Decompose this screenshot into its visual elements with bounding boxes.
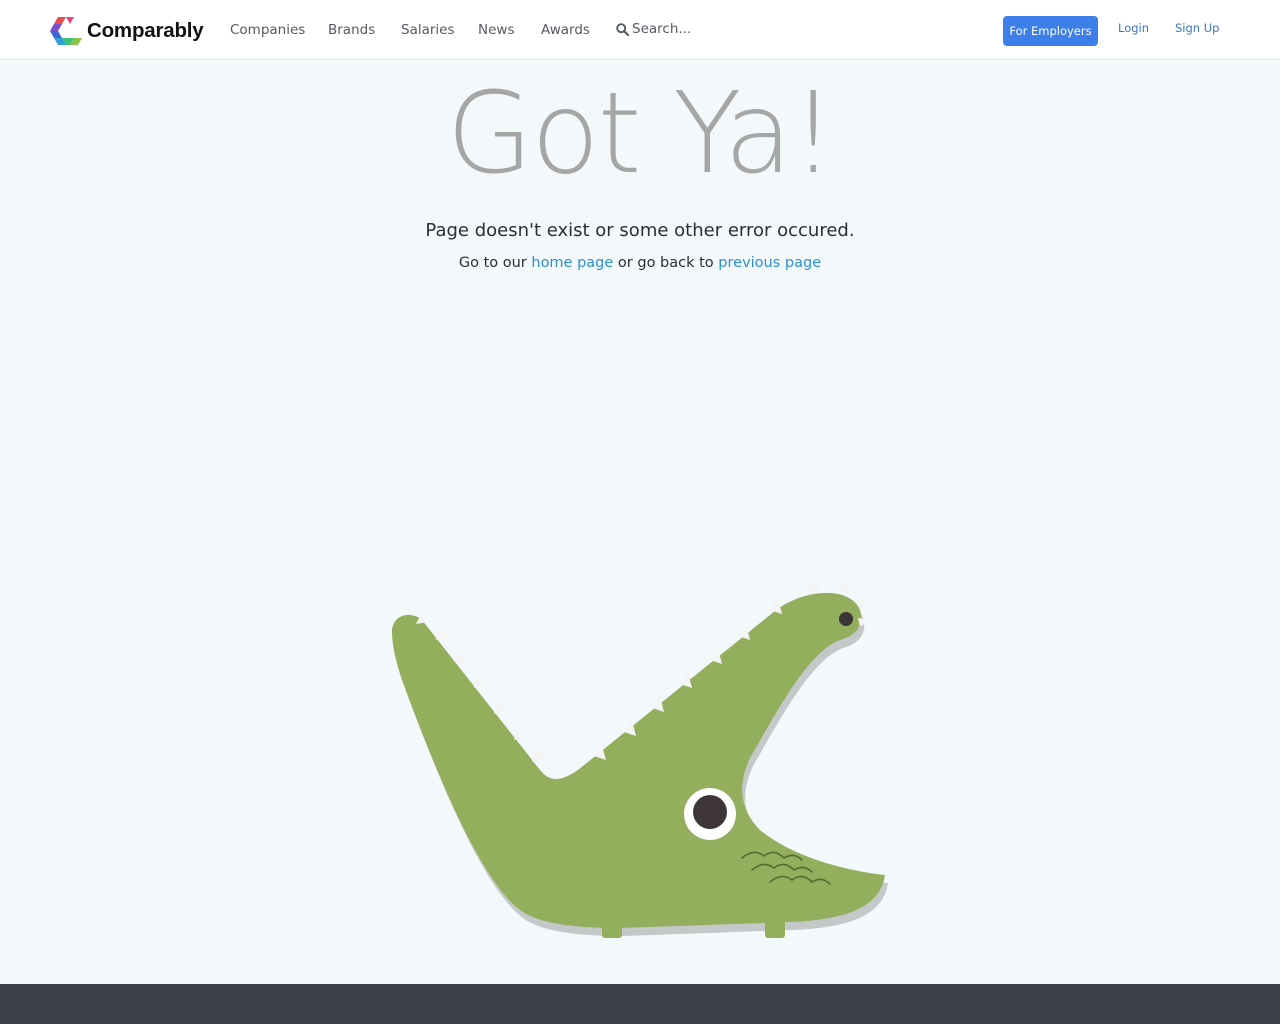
goto-prefix-text: Go to our <box>458 255 527 271</box>
signup-link[interactable]: Sign Up <box>1175 21 1219 35</box>
home-page-link[interactable]: home page <box>531 255 613 271</box>
navigation-hint: Go to our home page or go back to previo… <box>0 253 1280 273</box>
search-icon <box>616 22 629 36</box>
error-message: Page doesn't exist or some other error o… <box>425 220 855 241</box>
nav-salaries[interactable]: Salaries <box>401 21 455 39</box>
goto-middle-text: or go back to <box>617 255 714 271</box>
error-heading: Got Ya! <box>446 69 835 199</box>
brand-logo-link[interactable]: Comparably <box>50 16 204 46</box>
nav-news[interactable]: News <box>478 21 514 39</box>
page-footer <box>0 984 1280 1024</box>
nav-awards[interactable]: Awards <box>541 21 590 39</box>
nav-companies[interactable]: Companies <box>230 21 305 39</box>
comparably-logo-icon <box>50 17 82 45</box>
login-link[interactable]: Login <box>1118 21 1149 35</box>
brand-name: Comparably <box>87 19 204 42</box>
top-navbar: Comparably Companies Brands Salaries New… <box>0 0 1280 60</box>
previous-page-link[interactable]: previous page <box>718 255 821 271</box>
search-input[interactable] <box>632 21 752 37</box>
nav-brands[interactable]: Brands <box>328 21 375 39</box>
for-employers-button[interactable]: For Employers <box>1003 16 1098 46</box>
crocodile-icon <box>392 578 888 938</box>
search-box <box>616 21 752 37</box>
